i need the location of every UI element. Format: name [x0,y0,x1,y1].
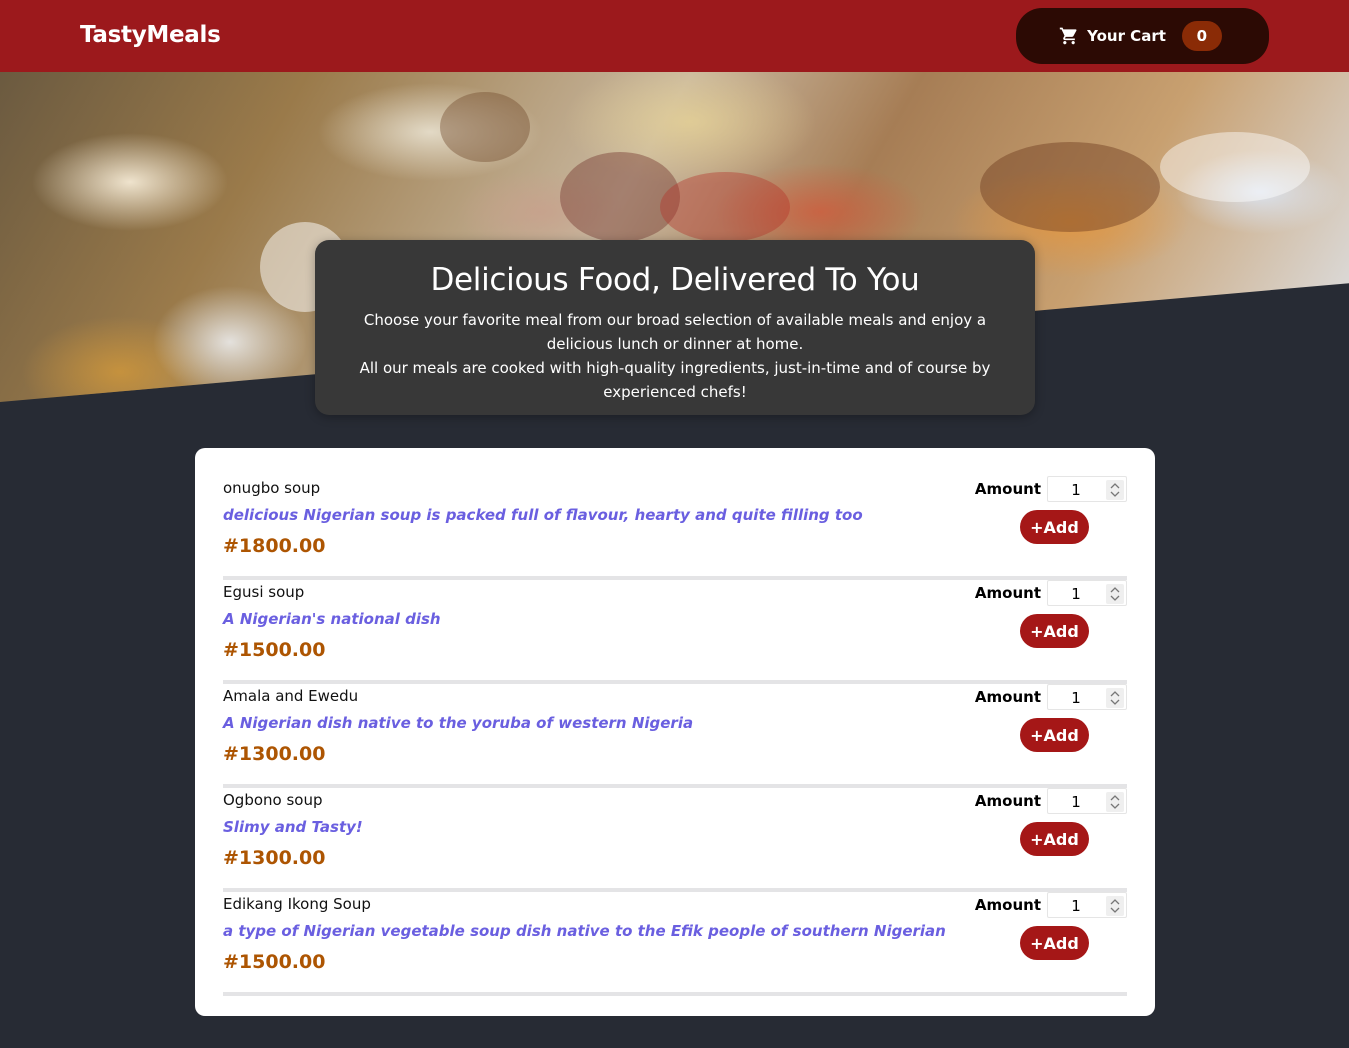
spinner-icon[interactable] [1106,896,1124,916]
meal-item: Edikang Ikong Soup a type of Nigerian ve… [223,892,1127,996]
meal-price: #1500.00 [223,951,326,973]
amount-value: 1 [1071,897,1081,915]
amount-input[interactable]: 1 [1047,892,1127,918]
spinner-icon[interactable] [1106,584,1124,604]
amount-label: Amount [974,480,1041,498]
amount-value: 1 [1071,689,1081,707]
meal-item: Egusi soup A Nigerian's national dish #1… [223,580,1127,684]
meal-description: A Nigerian dish native to the yoruba of … [223,714,694,732]
cart-count-badge: 0 [1181,21,1222,51]
meal-description: a type of Nigerian vegetable soup dish n… [223,922,946,940]
cart-icon [1059,26,1079,46]
meal-name: Ogbono soup [223,791,323,809]
amount-control: Amount 1 [975,788,1127,814]
meal-name: Egusi soup [223,583,305,601]
meal-item: Amala and Ewedu A Nigerian dish native t… [223,684,1127,788]
meal-item: Ogbono soup Slimy and Tasty! #1300.00 Am… [223,788,1127,892]
cart-label: Your Cart [1087,27,1166,45]
summary-text-2: All our meals are cooked with high-quali… [359,359,991,401]
meal-price: #1500.00 [223,639,326,661]
amount-input[interactable]: 1 [1047,580,1127,606]
meal-price: #1300.00 [223,743,326,765]
amount-control: Amount 1 [975,684,1127,710]
meals-list: onugbo soup delicious Nigerian soup is p… [195,448,1155,1016]
amount-control: Amount 1 [975,580,1127,606]
app-header: TastyMeals Your Cart 0 [0,0,1349,72]
meal-name: onugbo soup [223,479,321,497]
spinner-icon[interactable] [1106,480,1124,500]
summary-text-1: Choose your favorite meal from our broad… [363,311,987,353]
amount-input[interactable]: 1 [1047,476,1127,502]
meal-item: onugbo soup delicious Nigerian soup is p… [223,476,1127,580]
add-button[interactable]: +Add [1020,822,1089,856]
amount-label: Amount [974,792,1041,810]
amount-input[interactable]: 1 [1047,788,1127,814]
meal-price: #1800.00 [223,535,326,557]
amount-value: 1 [1071,481,1081,499]
summary-card: Delicious Food, Delivered To You Choose … [315,240,1035,415]
amount-value: 1 [1071,793,1081,811]
add-button[interactable]: +Add [1020,614,1089,648]
meal-name: Edikang Ikong Soup [223,895,371,913]
meal-name: Amala and Ewedu [223,687,359,705]
spinner-icon[interactable] [1106,792,1124,812]
amount-input[interactable]: 1 [1047,684,1127,710]
meal-description: Slimy and Tasty! [223,818,363,836]
amount-control: Amount 1 [975,892,1127,918]
meal-description: delicious Nigerian soup is packed full o… [223,506,863,524]
meal-description: A Nigerian's national dish [223,610,441,628]
add-button[interactable]: +Add [1020,718,1089,752]
brand-logo: TastyMeals [80,22,221,48]
meal-price: #1300.00 [223,847,326,869]
amount-value: 1 [1071,585,1081,603]
spinner-icon[interactable] [1106,688,1124,708]
cart-button[interactable]: Your Cart 0 [1016,8,1269,64]
amount-label: Amount [974,688,1041,706]
add-button[interactable]: +Add [1020,510,1089,544]
summary-title: Delicious Food, Delivered To You [430,262,920,298]
add-button[interactable]: +Add [1020,926,1089,960]
amount-control: Amount 1 [975,476,1127,502]
amount-label: Amount [974,584,1041,602]
amount-label: Amount [974,896,1041,914]
